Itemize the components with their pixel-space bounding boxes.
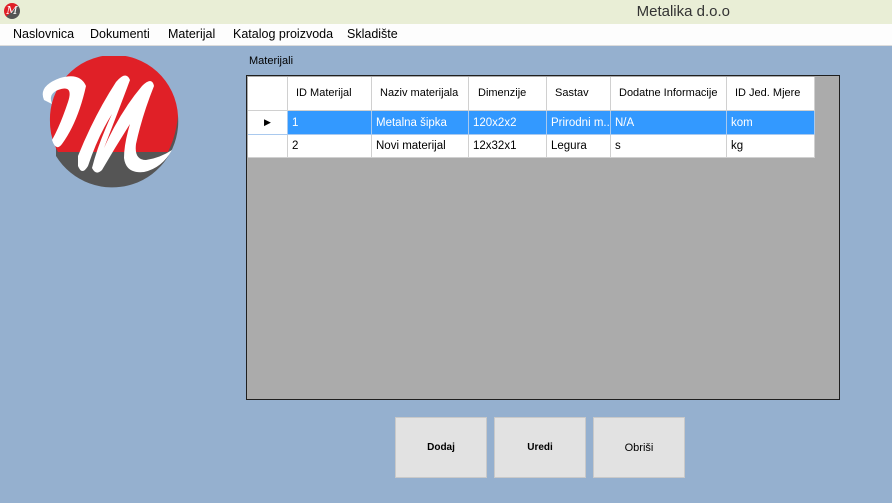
menu-katalog-proizvoda[interactable]: Katalog proizvoda — [233, 27, 333, 41]
table-cell[interactable]: 2 — [288, 135, 372, 158]
column-header[interactable]: ID Materijal — [288, 77, 372, 111]
menu-naslovnica[interactable]: Naslovnica — [13, 27, 74, 41]
table-cell[interactable]: 1 — [288, 111, 372, 135]
column-header[interactable]: Sastav — [547, 77, 611, 111]
table-cell[interactable]: s — [611, 135, 727, 158]
app-logo-icon[interactable]: M — [4, 3, 20, 19]
row-header-corner — [248, 77, 288, 111]
table-cell[interactable]: N/A — [611, 111, 727, 135]
menu-bar: Naslovnica Dokumenti Materijal Katalog p… — [0, 24, 892, 46]
menu-materijal[interactable]: Materijal — [168, 27, 215, 41]
table-cell[interactable]: kg — [727, 135, 815, 158]
edit-button[interactable]: Uredi — [494, 417, 586, 478]
column-header[interactable]: Dodatne Informacije — [611, 77, 727, 111]
delete-button[interactable]: Obriši — [593, 417, 685, 478]
row-selected-arrow-icon: ▶ — [248, 111, 288, 135]
company-logo — [42, 56, 179, 188]
materials-table[interactable]: ID Materijal Naziv materijala Dimenzije … — [246, 75, 840, 400]
column-header[interactable]: Naziv materijala — [372, 77, 469, 111]
menu-skladiste[interactable]: Skladište — [347, 27, 398, 41]
table-cell[interactable]: 12x32x1 — [469, 135, 547, 158]
section-label-materijali: Materijali — [249, 55, 294, 67]
table-cell[interactable]: kom — [727, 111, 815, 135]
table-cell[interactable]: Prirodni m... — [547, 111, 611, 135]
menu-dokumenti[interactable]: Dokumenti — [90, 27, 150, 41]
add-button[interactable]: Dodaj — [395, 417, 487, 478]
window-title: Metalika d.o.o — [636, 3, 730, 20]
table-cell[interactable]: Metalna šipka — [372, 111, 469, 135]
row-header[interactable] — [248, 135, 288, 158]
title-bar: M Metalika d.o.o — [0, 0, 892, 24]
table-cell[interactable]: 120x2x2 — [469, 111, 547, 135]
column-header[interactable]: Dimenzije — [469, 77, 547, 111]
column-header[interactable]: ID Jed. Mjere — [727, 77, 815, 111]
table-cell[interactable]: Legura — [547, 135, 611, 158]
table-cell[interactable]: Novi materijal — [372, 135, 469, 158]
